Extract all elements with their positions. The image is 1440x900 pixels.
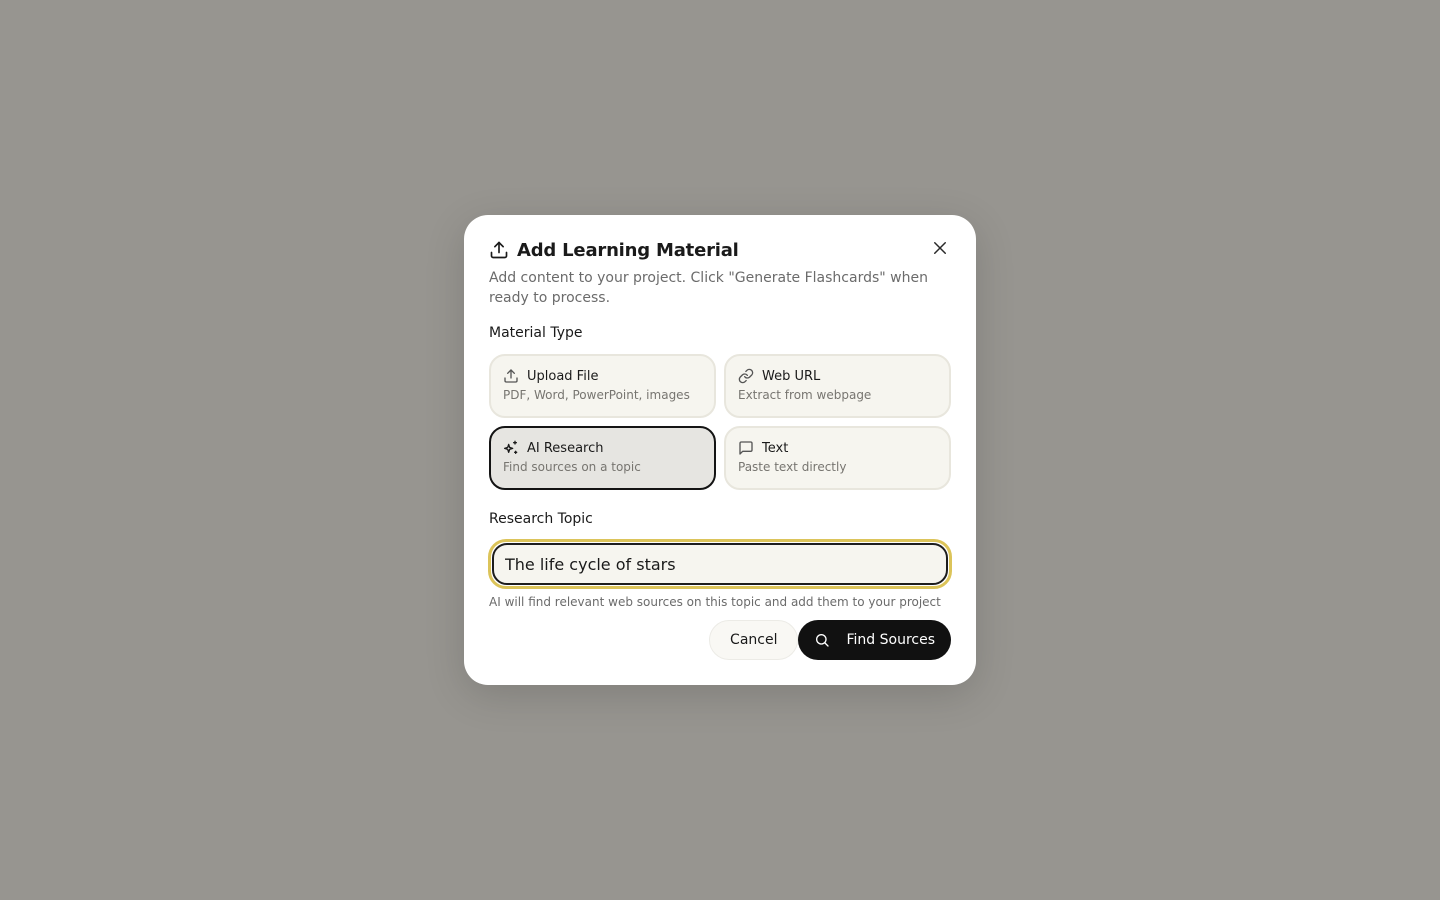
find-sources-button[interactable]: Find Sources xyxy=(798,620,951,660)
research-topic-input[interactable] xyxy=(492,543,948,585)
research-topic-label: Research Topic xyxy=(489,511,593,527)
dialog-actions: Cancel Find Sources xyxy=(709,620,951,660)
search-icon xyxy=(814,632,830,648)
option-subtitle: PDF, Word, PowerPoint, images xyxy=(503,388,690,402)
option-web-url[interactable]: Web URL Extract from webpage xyxy=(724,354,951,418)
option-title: Upload File xyxy=(527,368,599,384)
research-topic-focus-ring xyxy=(488,539,952,589)
option-ai-research[interactable]: AI Research Find sources on a topic xyxy=(489,426,716,490)
material-type-options: Upload File PDF, Word, PowerPoint, image… xyxy=(489,354,951,490)
dialog-description: Add content to your project. Click "Gene… xyxy=(489,270,928,306)
option-subtitle: Paste text directly xyxy=(738,460,847,474)
upload-icon xyxy=(503,368,519,384)
message-square-icon xyxy=(738,440,754,456)
material-type-label: Material Type xyxy=(489,325,583,341)
option-subtitle: Find sources on a topic xyxy=(503,460,641,474)
dialog-title: Add Learning Material xyxy=(517,239,739,261)
option-subtitle: Extract from webpage xyxy=(738,388,872,402)
option-text[interactable]: Text Paste text directly xyxy=(724,426,951,490)
dialog-header: Add Learning Material xyxy=(489,239,951,261)
option-title: Text xyxy=(762,440,789,456)
sparkles-icon xyxy=(503,440,519,456)
add-learning-material-dialog: Add Learning Material Add content to you… xyxy=(464,215,976,685)
close-button[interactable] xyxy=(930,240,950,260)
option-title: Web URL xyxy=(762,368,821,384)
upload-icon xyxy=(489,240,509,260)
option-upload-file[interactable]: Upload File PDF, Word, PowerPoint, image… xyxy=(489,354,716,418)
find-sources-label: Find Sources xyxy=(846,632,935,648)
cancel-button[interactable]: Cancel xyxy=(709,620,799,660)
research-topic-hint: AI will find relevant web sources on thi… xyxy=(489,595,941,609)
link-icon xyxy=(738,368,754,384)
close-icon xyxy=(931,239,949,261)
option-title: AI Research xyxy=(527,440,604,456)
